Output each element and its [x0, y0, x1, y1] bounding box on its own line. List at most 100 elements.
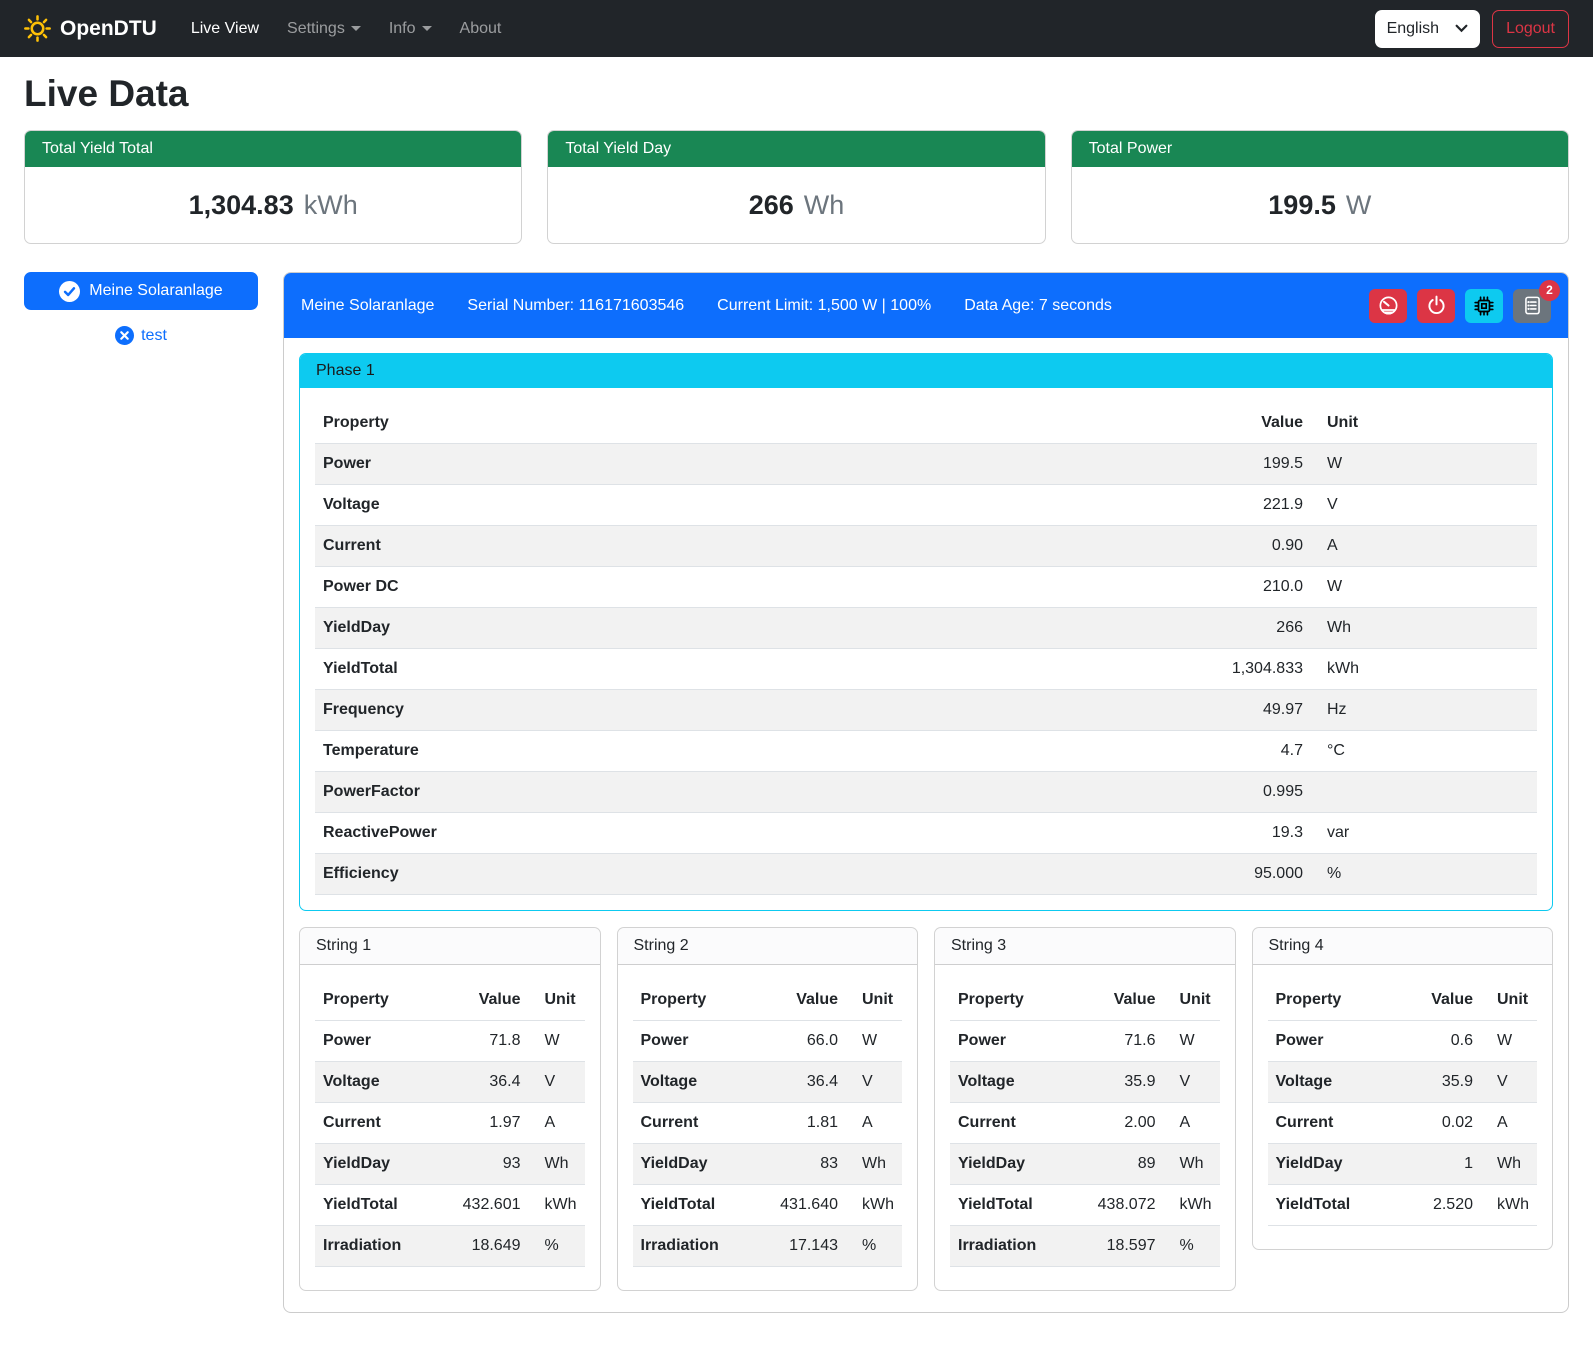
column-header-property: Property [315, 403, 1176, 444]
string-card-title: String 2 [618, 928, 918, 965]
unit-cell: Wh [529, 1144, 585, 1185]
property-cell: Current [633, 1103, 765, 1144]
value-cell: 438.072 [1082, 1185, 1164, 1226]
string-card-3: String 3 Property Value Unit [934, 927, 1236, 1291]
device-info-button[interactable] [1465, 289, 1503, 323]
value-cell: 0.02 [1399, 1103, 1481, 1144]
summary-card-total-yield-day: Total Yield Day 266 Wh [547, 130, 1045, 244]
language-select[interactable]: English [1375, 10, 1480, 48]
value-cell: 0.90 [1176, 526, 1311, 567]
value-cell: 71.8 [447, 1021, 529, 1062]
nav-item-info[interactable]: Info [377, 12, 444, 46]
string-table: Property Value Unit Power0.6WVoltage35.9… [1268, 980, 1538, 1226]
property-cell: Current [1268, 1103, 1400, 1144]
value-cell: 2.520 [1399, 1185, 1481, 1226]
string-table: Property Value Unit Power71.6WVoltage35.… [950, 980, 1220, 1267]
table-row: Irradiation17.143% [633, 1226, 903, 1267]
event-log-button[interactable]: 2 [1513, 289, 1551, 323]
sidebar-item-test[interactable]: test [24, 326, 258, 345]
table-row: YieldDay1Wh [1268, 1144, 1538, 1185]
value-cell: 0.6 [1399, 1021, 1481, 1062]
column-header-value: Value [764, 980, 846, 1021]
table-row: YieldDay83Wh [633, 1144, 903, 1185]
column-header-unit: Unit [846, 980, 902, 1021]
value-cell: 210.0 [1176, 567, 1311, 608]
nav-item-label: Info [389, 20, 416, 38]
summary-card-value: 266 [749, 190, 794, 221]
column-header-unit: Unit [529, 980, 585, 1021]
table-row: Current1.97A [315, 1103, 585, 1144]
power-button[interactable] [1417, 289, 1455, 323]
table-row: Current1.81A [633, 1103, 903, 1144]
unit-cell: % [1311, 854, 1537, 895]
column-header-value: Value [1082, 980, 1164, 1021]
column-header-unit: Unit [1164, 980, 1220, 1021]
sidebar-item-test-label: test [141, 327, 167, 345]
language-selected-value: English [1387, 20, 1439, 38]
unit-cell: W [1481, 1021, 1537, 1062]
unit-cell: °C [1311, 731, 1537, 772]
gauge-icon [1378, 295, 1399, 316]
unit-cell: V [846, 1062, 902, 1103]
property-cell: Power [950, 1021, 1082, 1062]
inverter-data-age: Data Age: 7 seconds [964, 297, 1112, 315]
table-header-row: Property Value Unit [315, 980, 585, 1021]
string-card-title: String 3 [935, 928, 1235, 965]
table-row: Irradiation18.649% [315, 1226, 585, 1267]
table-row: YieldDay89Wh [950, 1144, 1220, 1185]
brand-link[interactable]: OpenDTU [24, 15, 157, 42]
table-row: Power71.8W [315, 1021, 585, 1062]
unit-cell: A [1481, 1103, 1537, 1144]
nav-item-live-view[interactable]: Live View [179, 12, 271, 46]
property-cell: Power [315, 444, 1176, 485]
table-row: PowerFactor0.995 [315, 772, 1537, 813]
property-cell: Irradiation [315, 1226, 447, 1267]
property-cell: Voltage [315, 485, 1176, 526]
logout-button[interactable]: Logout [1492, 10, 1569, 48]
table-row: Power DC210.0W [315, 567, 1537, 608]
nav-item-settings[interactable]: Settings [275, 12, 373, 46]
page-title: Live Data [24, 73, 1569, 115]
table-row: Voltage36.4V [315, 1062, 585, 1103]
unit-cell: var [1311, 813, 1537, 854]
nav-item-about[interactable]: About [448, 12, 514, 46]
column-header-value: Value [1399, 980, 1481, 1021]
property-cell: Power [1268, 1021, 1400, 1062]
unit-cell: kWh [529, 1185, 585, 1226]
string-card-title: String 4 [1253, 928, 1553, 965]
property-cell: YieldDay [315, 1144, 447, 1185]
value-cell: 89 [1082, 1144, 1164, 1185]
column-header-value: Value [447, 980, 529, 1021]
value-cell: 0.995 [1176, 772, 1311, 813]
unit-cell: A [1164, 1103, 1220, 1144]
property-cell: Current [315, 1103, 447, 1144]
table-row: Voltage35.9V [1268, 1062, 1538, 1103]
column-header-property: Property [633, 980, 765, 1021]
inverter-sidebar: Meine Solaranlage test [24, 272, 258, 345]
strings-row: String 1 Property Value Unit [299, 927, 1553, 1291]
cpu-icon [1473, 295, 1495, 317]
property-cell: YieldDay [950, 1144, 1082, 1185]
value-cell: 1.97 [447, 1103, 529, 1144]
inverter-select-button[interactable]: Meine Solaranlage [24, 272, 258, 310]
property-cell: Frequency [315, 690, 1176, 731]
value-cell: 36.4 [447, 1062, 529, 1103]
inverter-actions: 2 [1369, 289, 1551, 323]
inverter-card-header: Meine Solaranlage Serial Number: 1161716… [284, 273, 1568, 338]
unit-cell: V [1481, 1062, 1537, 1103]
value-cell: 1 [1399, 1144, 1481, 1185]
value-cell: 71.6 [1082, 1021, 1164, 1062]
unit-cell: V [1164, 1062, 1220, 1103]
sun-icon [24, 15, 51, 42]
table-row: Power0.6W [1268, 1021, 1538, 1062]
table-row: Power66.0W [633, 1021, 903, 1062]
limit-settings-button[interactable] [1369, 289, 1407, 323]
table-row: YieldDay266Wh [315, 608, 1537, 649]
table-header-row: Property Value Unit [950, 980, 1220, 1021]
table-row: Power199.5W [315, 444, 1537, 485]
value-cell: 36.4 [764, 1062, 846, 1103]
unit-cell: V [529, 1062, 585, 1103]
summary-cards-row: Total Yield Total 1,304.83 kWh Total Yie… [24, 130, 1569, 244]
table-row: Voltage221.9V [315, 485, 1537, 526]
value-cell: 1.81 [764, 1103, 846, 1144]
